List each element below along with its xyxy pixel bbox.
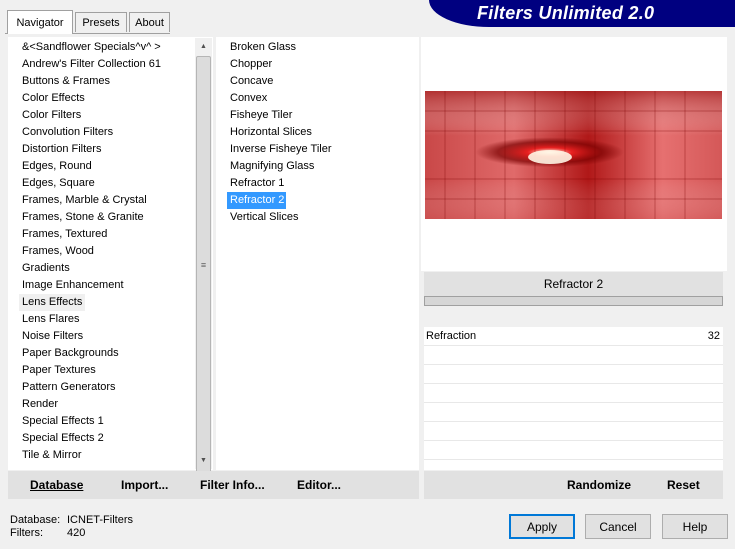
- category-item[interactable]: Render: [19, 396, 201, 413]
- app-banner: Filters Unlimited 2.0: [429, 0, 735, 27]
- help-button[interactable]: Help: [662, 514, 728, 539]
- param-spacer: [424, 306, 723, 328]
- category-item[interactable]: Tile & Mirror: [19, 447, 201, 464]
- category-item-selected[interactable]: Lens Effects: [19, 294, 85, 311]
- filter-list[interactable]: Broken Glass Chopper Concave Convex Fish…: [216, 37, 419, 470]
- category-item[interactable]: Gradients: [19, 260, 201, 277]
- category-item[interactable]: Paper Textures: [19, 362, 201, 379]
- status-filters-label: Filters:: [10, 527, 43, 539]
- param-row-empty: [424, 422, 723, 441]
- param-value: 32: [707, 330, 720, 342]
- category-item[interactable]: &<Sandflower Specials^v^ >: [19, 39, 201, 56]
- param-title: Refractor 2: [424, 272, 723, 296]
- category-item[interactable]: Special Effects 2: [19, 430, 201, 447]
- import-button[interactable]: Import...: [121, 478, 168, 492]
- scrollbar-thumb[interactable]: ≡: [196, 56, 211, 474]
- tab-about-label: About: [135, 16, 164, 29]
- database-button[interactable]: Database: [30, 478, 83, 492]
- status-filters: Filters: 420: [10, 527, 85, 539]
- param-row-empty: [424, 384, 723, 403]
- status-database: Database: ICNET-Filters: [10, 514, 133, 526]
- cancel-button[interactable]: Cancel: [585, 514, 651, 539]
- param-row-refraction[interactable]: Refraction 32: [424, 327, 723, 346]
- category-scrollbar[interactable]: ▲ ≡ ▼: [195, 38, 212, 474]
- tab-navigator-label: Navigator: [16, 16, 64, 29]
- param-row-empty: [424, 346, 723, 365]
- filter-item[interactable]: Refractor 1: [227, 175, 412, 192]
- filter-item[interactable]: Vertical Slices: [227, 209, 412, 226]
- tab-navigator[interactable]: Navigator: [7, 10, 73, 34]
- status-filters-value: 420: [67, 527, 86, 539]
- scroll-down-arrow-icon[interactable]: ▼: [195, 452, 212, 469]
- category-item[interactable]: Edges, Round: [19, 158, 201, 175]
- status-database-label: Database:: [10, 514, 61, 526]
- filter-item[interactable]: Magnifying Glass: [227, 158, 412, 175]
- param-row-empty: [424, 365, 723, 384]
- category-item[interactable]: Frames, Marble & Crystal: [19, 192, 201, 209]
- category-item[interactable]: Paper Backgrounds: [19, 345, 201, 362]
- category-item[interactable]: Frames, Textured: [19, 226, 201, 243]
- filter-info-button[interactable]: Filter Info...: [200, 478, 265, 492]
- randomize-button[interactable]: Randomize: [567, 478, 631, 492]
- filter-item[interactable]: Chopper: [227, 56, 412, 73]
- filter-item[interactable]: Fisheye Tiler: [227, 107, 412, 124]
- tab-about[interactable]: About: [129, 12, 170, 32]
- banner-title: Filters Unlimited 2.0: [477, 3, 655, 23]
- category-item[interactable]: Pattern Generators: [19, 379, 201, 396]
- filter-item[interactable]: Inverse Fisheye Tiler: [227, 141, 412, 158]
- param-slider-track[interactable]: [424, 296, 723, 306]
- param-title-label: Refractor 2: [543, 277, 604, 291]
- category-item[interactable]: Distortion Filters: [19, 141, 201, 158]
- category-item[interactable]: Color Filters: [19, 107, 201, 124]
- editor-button[interactable]: Editor...: [297, 478, 341, 492]
- param-label: Refraction: [426, 330, 477, 342]
- category-item[interactable]: Special Effects 1: [19, 413, 201, 430]
- category-item[interactable]: Frames, Stone & Granite: [19, 209, 201, 226]
- category-item[interactable]: Buttons & Frames: [19, 73, 201, 90]
- category-item[interactable]: Edges, Square: [19, 175, 201, 192]
- tab-presets[interactable]: Presets: [75, 12, 127, 32]
- filter-item[interactable]: Broken Glass: [227, 39, 412, 56]
- reset-button[interactable]: Reset: [667, 478, 700, 492]
- scroll-up-arrow-icon[interactable]: ▲: [195, 38, 212, 55]
- filter-item[interactable]: Concave: [227, 73, 412, 90]
- category-item[interactable]: Convolution Filters: [19, 124, 201, 141]
- tab-presets-label: Presets: [82, 16, 120, 29]
- param-row-empty: [424, 403, 723, 422]
- category-list[interactable]: &<Sandflower Specials^v^ > Andrew's Filt…: [8, 37, 213, 470]
- category-item[interactable]: Image Enhancement: [19, 277, 201, 294]
- param-row-empty: [424, 441, 723, 460]
- category-item[interactable]: Color Effects: [19, 90, 201, 107]
- category-item[interactable]: Noise Filters: [19, 328, 201, 345]
- category-item[interactable]: Frames, Wood: [19, 243, 201, 260]
- preview-image: [425, 91, 722, 219]
- apply-button[interactable]: Apply: [509, 514, 575, 539]
- filter-item[interactable]: Convex: [227, 90, 412, 107]
- category-items: &<Sandflower Specials^v^ > Andrew's Filt…: [19, 39, 201, 464]
- filter-items: Broken Glass Chopper Concave Convex Fish…: [227, 39, 412, 226]
- status-database-value: ICNET-Filters: [67, 514, 133, 526]
- category-item[interactable]: Lens Flares: [19, 311, 201, 328]
- category-item[interactable]: Andrew's Filter Collection 61: [19, 56, 201, 73]
- filter-item-selected[interactable]: Refractor 2: [227, 192, 286, 209]
- filter-item[interactable]: Horizontal Slices: [227, 124, 412, 141]
